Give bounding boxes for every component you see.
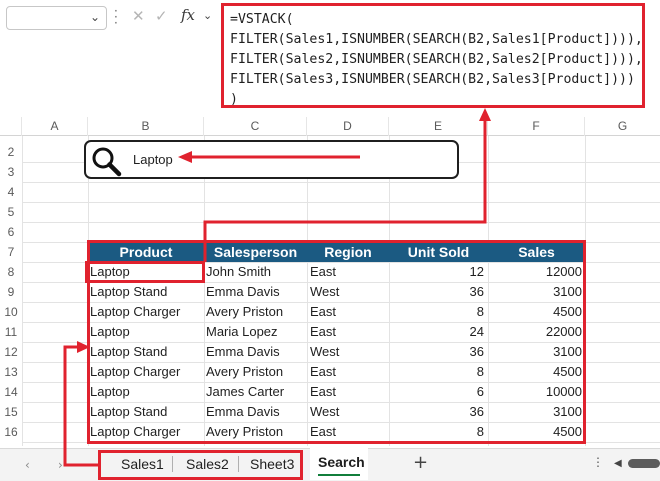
formula-input[interactable]: =VSTACK( FILTER(Sales1,ISNUMBER(SEARCH(B… — [221, 3, 645, 108]
column-header-a[interactable]: A — [22, 117, 88, 136]
search-box[interactable]: Laptop — [84, 140, 459, 179]
column-header-c[interactable]: C — [204, 117, 307, 136]
grid-divider — [22, 182, 660, 183]
column-header-e[interactable]: E — [389, 117, 488, 136]
row-header[interactable]: 14 — [0, 382, 22, 402]
column-header-f[interactable]: F — [488, 117, 585, 136]
chevron-down-icon[interactable]: ⌄ — [203, 9, 212, 22]
formula-line: =VSTACK( — [230, 12, 294, 27]
row-header[interactable]: 3 — [0, 162, 22, 182]
spill-anchor-highlight — [85, 261, 205, 283]
row-header[interactable]: 5 — [0, 202, 22, 222]
more-options-icon[interactable]: · · · — [114, 5, 118, 29]
row-header[interactable]: 8 — [0, 262, 22, 282]
row-header[interactable]: 16 — [0, 422, 22, 442]
more-options-icon[interactable]: ⋮ — [592, 455, 604, 469]
chevron-left-icon[interactable]: ‹ — [25, 458, 30, 472]
row-header[interactable]: 9 — [0, 282, 22, 302]
grid-divider — [22, 202, 660, 203]
add-sheet-button[interactable]: + — [413, 452, 428, 473]
search-input[interactable]: Laptop — [133, 152, 173, 167]
horizontal-scrollbar[interactable] — [628, 459, 660, 468]
row-header[interactable]: 10 — [0, 302, 22, 322]
column-header-g[interactable]: G — [585, 117, 660, 136]
enter-icon[interactable]: ✓ — [155, 7, 168, 25]
formula-line: ) — [230, 92, 238, 107]
name-box[interactable]: ⌄ — [6, 6, 107, 30]
select-all-corner[interactable] — [0, 117, 22, 136]
row-header[interactable]: 6 — [0, 222, 22, 242]
insert-function-button[interactable]: fx — [181, 6, 195, 24]
tab-search-label: Search — [318, 454, 365, 470]
column-header-b[interactable]: B — [88, 117, 204, 136]
column-headers: A B C D E F G — [0, 117, 660, 136]
column-header-d[interactable]: D — [307, 117, 389, 136]
chevron-down-icon[interactable]: ⌄ — [90, 10, 100, 24]
row-header[interactable]: 11 — [0, 322, 22, 342]
row-header[interactable]: 15 — [0, 402, 22, 422]
formula-line: FILTER(Sales3,ISNUMBER(SEARCH(B2,Sales3[… — [230, 72, 635, 87]
active-tab-underline — [318, 474, 360, 476]
formula-line: FILTER(Sales2,ISNUMBER(SEARCH(B2,Sales2[… — [230, 52, 643, 67]
formula-line: FILTER(Sales1,ISNUMBER(SEARCH(B2,Sales1[… — [230, 32, 643, 47]
row-header[interactable]: 13 — [0, 362, 22, 382]
row-header[interactable]: 7 — [0, 242, 22, 262]
search-icon — [92, 147, 122, 177]
scroll-left-icon[interactable]: ◀ — [614, 458, 622, 469]
row-header[interactable]: 2 — [0, 142, 22, 162]
tabs-highlight — [98, 450, 303, 480]
chevron-right-icon[interactable]: › — [58, 458, 63, 472]
tab-search[interactable]: Search — [310, 448, 368, 480]
cancel-icon[interactable]: ✕ — [132, 7, 145, 25]
grid-divider — [22, 222, 660, 223]
row-header[interactable]: 12 — [0, 342, 22, 362]
row-header[interactable]: 4 — [0, 182, 22, 202]
